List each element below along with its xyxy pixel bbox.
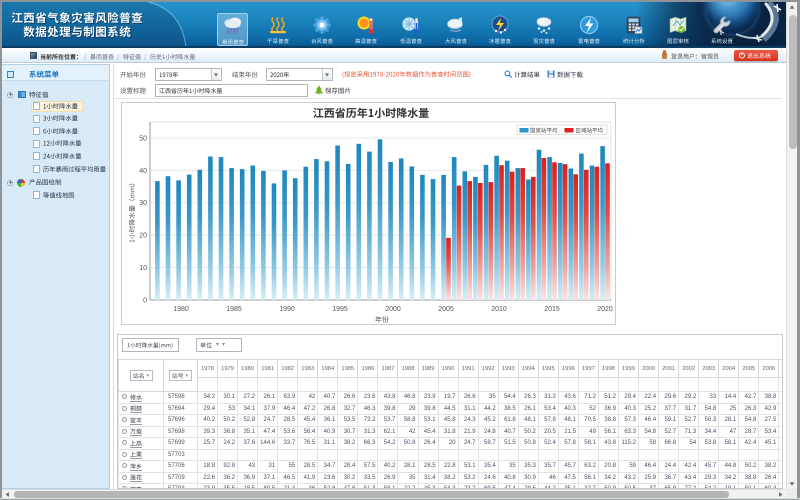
svg-text:2020: 2020 (597, 306, 613, 313)
svg-text:2005: 2005 (438, 306, 454, 313)
svg-text:1995: 1995 (332, 306, 348, 313)
svg-text:1990: 1990 (279, 306, 295, 313)
svg-text:10: 10 (139, 265, 147, 272)
svg-text:30: 30 (139, 200, 147, 207)
svg-text:1985: 1985 (226, 306, 242, 313)
svg-text:2000: 2000 (385, 306, 401, 313)
svg-text:2010: 2010 (491, 306, 507, 313)
svg-text:2015: 2015 (544, 306, 560, 313)
svg-text:40: 40 (139, 168, 147, 175)
svg-text:20: 20 (139, 233, 147, 240)
svg-text:0: 0 (143, 297, 147, 304)
svg-text:1980: 1980 (173, 306, 189, 313)
svg-text:50: 50 (139, 135, 147, 142)
